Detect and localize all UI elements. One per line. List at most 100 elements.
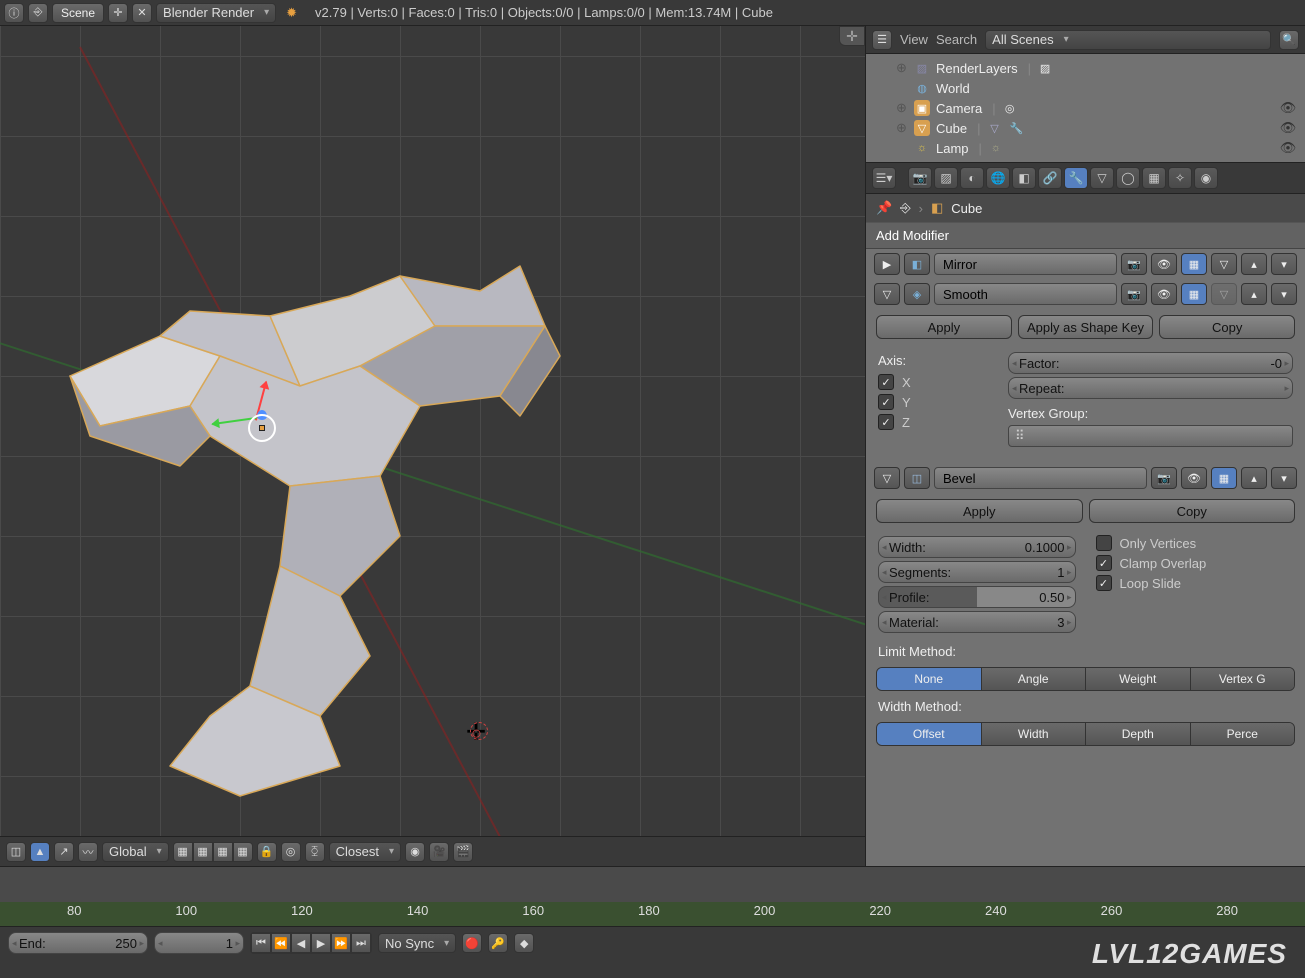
tab-scene-icon[interactable]: ◐ [960, 167, 984, 189]
end-frame-field[interactable]: End:250 [8, 932, 148, 954]
timeline-ruler[interactable]: 80100120 140160180 200220240 260280 [0, 867, 1305, 927]
repeat-field[interactable]: Repeat: [1008, 377, 1293, 399]
axis-y-checkbox[interactable] [878, 394, 894, 410]
current-frame-field[interactable]: 1 [154, 932, 244, 954]
move-up-icon[interactable]: ▴ [1241, 283, 1267, 305]
keyframe-next-icon[interactable]: ⏩ [331, 933, 351, 953]
width-tab-depth[interactable]: Depth [1086, 723, 1191, 745]
width-tab-percent[interactable]: Perce [1191, 723, 1295, 745]
visibility-toggle-icon[interactable]: 👁 [1279, 100, 1297, 116]
jump-start-icon[interactable]: ⏮ [251, 933, 271, 953]
expand-icon[interactable]: ⊕ [896, 100, 908, 116]
loop-slide-checkbox[interactable] [1096, 575, 1112, 591]
snap-element-dropdown[interactable]: Closest [329, 842, 401, 862]
clamp-overlap-checkbox[interactable] [1096, 555, 1112, 571]
layer-button[interactable]: ▦ [173, 842, 193, 862]
limit-tab-weight[interactable]: Weight [1086, 668, 1191, 690]
viewport-visibility-icon[interactable]: 👁 [1151, 283, 1177, 305]
cage-icon[interactable]: ▽ [1211, 253, 1237, 275]
limit-tab-angle[interactable]: Angle [982, 668, 1087, 690]
apply-shape-key-button[interactable]: Apply as Shape Key [1018, 315, 1154, 339]
scene-link-icon[interactable]: ⎆ [900, 200, 910, 216]
layer-button[interactable]: ▦ [193, 842, 213, 862]
modifier-wrench-icon[interactable]: 🔧 [1008, 120, 1024, 136]
tab-particles-icon[interactable]: ✧ [1168, 167, 1192, 189]
editmode-visibility-icon[interactable]: ▦ [1211, 467, 1237, 489]
insert-keyframe-icon[interactable]: ◆ [514, 933, 534, 953]
proportional-edit-icon[interactable]: ◎ [281, 842, 301, 862]
axis-z-checkbox[interactable] [878, 414, 894, 430]
outliner-view-menu[interactable]: View [900, 32, 928, 47]
search-icon[interactable]: 🔍 [1279, 30, 1299, 50]
copy-modifier-button[interactable]: Copy [1089, 499, 1296, 523]
playback-sync-dropdown[interactable]: No Sync [378, 933, 456, 953]
render-visibility-icon[interactable]: 📷 [1121, 253, 1147, 275]
render-engine-dropdown[interactable]: Blender Render [156, 3, 276, 23]
viewport-collapse-icon[interactable]: ✛ [839, 26, 865, 46]
camera-data-icon[interactable]: ◎ [1002, 100, 1018, 116]
scene-link-icon[interactable]: ⎆ [28, 3, 48, 23]
mesh-data-icon[interactable]: ▽ [986, 120, 1002, 136]
play-reverse-icon[interactable]: ◀ [291, 933, 311, 953]
outliner-filter-dropdown[interactable]: All Scenes [985, 30, 1271, 50]
move-down-icon[interactable]: ▾ [1271, 253, 1297, 275]
tab-physics-icon[interactable]: ◉ [1194, 167, 1218, 189]
collapse-modifier-icon[interactable]: ▽ [874, 467, 900, 489]
bevel-material-field[interactable]: Material:3 [878, 611, 1076, 633]
editmode-visibility-icon[interactable]: ▦ [1181, 253, 1207, 275]
outliner-search-menu[interactable]: Search [936, 32, 977, 47]
render-visibility-icon[interactable]: 📷 [1151, 467, 1177, 489]
cursor-icon[interactable]: ↗ [54, 842, 74, 862]
breadcrumb-object[interactable]: Cube [951, 201, 982, 216]
properties-editor-icon[interactable]: ☰▾ [872, 167, 896, 189]
jump-end-icon[interactable]: ⏭ [351, 933, 371, 953]
apply-button[interactable]: Apply [876, 499, 1083, 523]
tab-renderlayers-icon[interactable]: ▨ [934, 167, 958, 189]
bevel-segments-field[interactable]: Segments:1 [878, 561, 1076, 583]
snap-target-icon[interactable]: ◉ [405, 842, 425, 862]
outliner-tree[interactable]: ⊕ ▨ RenderLayers | ▨ ◍ World ⊕ ▣ Camera … [866, 54, 1305, 162]
outliner-item-cube[interactable]: ⊕ ▽ Cube | ▽ 🔧 👁 [866, 118, 1305, 138]
apply-button[interactable]: Apply [876, 315, 1012, 339]
cage-icon[interactable]: ▽ [1211, 283, 1237, 305]
outliner-item-lamp[interactable]: ☼ Lamp | ☼ 👁 [866, 138, 1305, 158]
tab-world-icon[interactable]: 🌐 [986, 167, 1010, 189]
vertex-group-field[interactable]: ⠿ [1008, 425, 1293, 447]
only-vertices-checkbox[interactable] [1096, 535, 1112, 551]
limit-tab-none[interactable]: None [877, 668, 982, 690]
tab-data-icon[interactable]: ▽ [1090, 167, 1114, 189]
mode-object-icon[interactable]: ▲ [30, 842, 50, 862]
modifier-name-field[interactable]: Mirror [934, 253, 1117, 275]
collapse-modifier-icon[interactable]: ▽ [874, 283, 900, 305]
width-tab-offset[interactable]: Offset [877, 723, 982, 745]
copy-modifier-button[interactable]: Copy [1159, 315, 1295, 339]
outliner-item-camera[interactable]: ⊕ ▣ Camera | ◎ 👁 [866, 98, 1305, 118]
snap-magnet-icon[interactable]: ⧲ [305, 842, 325, 862]
add-modifier-button[interactable]: Add Modifier [866, 222, 1305, 249]
draw-icon[interactable]: 〰 [78, 842, 98, 862]
layer-button[interactable]: ▦ [213, 842, 233, 862]
bevel-width-field[interactable]: Width:0.1000 [878, 536, 1076, 558]
lamp-data-icon[interactable]: ☼ [988, 140, 1004, 156]
editmode-visibility-icon[interactable]: ▦ [1181, 283, 1207, 305]
modifier-name-field[interactable]: Smooth [934, 283, 1117, 305]
move-down-icon[interactable]: ▾ [1271, 283, 1297, 305]
render-preview-icon[interactable]: 🎥 [429, 842, 449, 862]
render-animation-icon[interactable]: 🎬 [453, 842, 473, 862]
bevel-profile-field[interactable]: Profile:0.50 [878, 586, 1076, 608]
add-scene-icon[interactable]: ✛ [108, 3, 128, 23]
tab-texture-icon[interactable]: ▦ [1142, 167, 1166, 189]
axis-x-checkbox[interactable] [878, 374, 894, 390]
move-up-icon[interactable]: ▴ [1241, 253, 1267, 275]
tab-object-icon[interactable]: ◧ [1012, 167, 1036, 189]
auto-keyframe-icon[interactable]: 🔴 [462, 933, 482, 953]
info-editor-icon[interactable]: ⓘ [4, 3, 24, 23]
move-down-icon[interactable]: ▾ [1271, 467, 1297, 489]
visibility-toggle-icon[interactable]: 👁 [1279, 120, 1297, 136]
visibility-toggle-icon[interactable]: 👁 [1279, 140, 1297, 156]
keyframe-prev-icon[interactable]: ⏪ [271, 933, 291, 953]
play-icon[interactable]: ▶ [311, 933, 331, 953]
modifier-name-field[interactable]: Bevel [934, 467, 1147, 489]
tab-modifiers-icon[interactable]: 🔧 [1064, 167, 1088, 189]
width-tab-width[interactable]: Width [982, 723, 1087, 745]
